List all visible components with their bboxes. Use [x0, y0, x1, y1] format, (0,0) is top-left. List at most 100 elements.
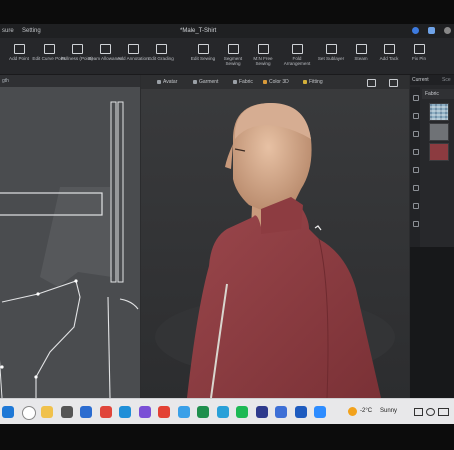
fabric-swatch-maroon[interactable]: [429, 143, 449, 161]
view-option-label: Avatar: [163, 79, 178, 85]
settings-icon[interactable]: [444, 27, 451, 34]
stack-icon[interactable]: [413, 203, 419, 209]
clo3d-icon[interactable]: [294, 406, 307, 418]
copy-icon[interactable]: [413, 131, 419, 137]
avatar-render: [155, 102, 395, 398]
view-option-label: Garment: [199, 79, 219, 85]
tool-fix-pin[interactable]: Fix Pin: [402, 44, 436, 61]
windows-icon[interactable]: [2, 406, 14, 418]
view-fabric-button[interactable]: Fabric: [231, 78, 255, 86]
blue-app-icon[interactable]: [275, 406, 287, 418]
layer-icon[interactable]: [413, 185, 419, 191]
tool-label: Fix Pin: [411, 56, 427, 61]
render-icon[interactable]: [389, 79, 398, 87]
view-option-label: Color 3D: [269, 79, 289, 85]
windows-taskbar: -2°C Sunny: [0, 398, 454, 425]
tool-label: M:N Free Sewing: [253, 56, 273, 66]
fabric-swatch-plaid[interactable]: [429, 103, 449, 121]
fullness-icon: [71, 44, 83, 54]
screen-border: [0, 424, 454, 450]
pattern-piece-body-front[interactable]: [1, 280, 81, 398]
network-icon[interactable]: [414, 408, 423, 416]
panel-label: gth: [2, 78, 9, 84]
window-title: *Male_T-Shirt: [180, 28, 217, 34]
pattern-point[interactable]: [0, 365, 4, 369]
zoom-icon[interactable]: [314, 406, 326, 418]
view-garment-button[interactable]: Garment: [191, 78, 220, 86]
garment-3d-window[interactable]: Avatar Garment Fabric Color 3D Fitting: [141, 75, 409, 398]
weather-temp[interactable]: -2°C: [360, 408, 372, 414]
view-option-icon: [303, 79, 307, 84]
tool-edit-grading[interactable]: Edit Grading: [144, 44, 178, 61]
pattern-piece-strip-right[interactable]: [117, 101, 124, 283]
pattern-point[interactable]: [34, 375, 38, 379]
excel-icon[interactable]: [197, 406, 209, 418]
chrome-icon[interactable]: [158, 406, 170, 418]
pattern-pieces[interactable]: [0, 87, 140, 398]
tool-label: Edit Grading: [148, 56, 174, 61]
menu-setting[interactable]: Setting: [22, 28, 41, 34]
tool-label: Fold Arrangement: [283, 56, 311, 66]
view-mode-icon[interactable]: [367, 79, 376, 87]
cloud-icon[interactable]: [428, 27, 435, 34]
steam-icon: [355, 44, 367, 54]
volume-icon[interactable]: [426, 408, 435, 416]
lock-icon[interactable]: [413, 221, 419, 227]
list-icon[interactable]: [413, 167, 419, 173]
weather-condition[interactable]: Sunny: [380, 408, 397, 414]
tool-free-sewing[interactable]: M:N Free Sewing: [246, 44, 280, 66]
view-option-label: Fitting: [309, 79, 323, 85]
add-icon[interactable]: [413, 95, 419, 101]
menu-measure[interactable]: sure: [2, 28, 14, 34]
pattern-2d-window[interactable]: gth: [0, 75, 140, 398]
copilot-icon[interactable]: [177, 406, 190, 418]
tool-label: Segment Sewing: [223, 56, 243, 66]
pattern-piece-curve[interactable]: [119, 298, 139, 310]
clo-icon[interactable]: [255, 406, 268, 418]
view-color-3d-button[interactable]: Color 3D: [261, 78, 291, 86]
fix-pin-icon: [413, 44, 425, 54]
fabric-section-header[interactable]: Fabric: [422, 89, 454, 99]
store-icon[interactable]: [138, 406, 151, 418]
pattern-shadow: [40, 187, 112, 287]
tab-scene[interactable]: Sce: [442, 77, 451, 83]
garment-logo: [314, 225, 322, 231]
set-sublayer-icon: [325, 44, 337, 54]
property-editor: [410, 247, 454, 398]
delete-icon[interactable]: [413, 149, 419, 155]
tool-segment-sewing[interactable]: Segment Sewing: [216, 44, 250, 66]
mail-icon[interactable]: [80, 406, 92, 418]
battery-icon[interactable]: [438, 408, 449, 416]
edge-icon[interactable]: [119, 406, 131, 418]
opera-icon[interactable]: [99, 406, 112, 418]
seam-allowance-icon: [99, 44, 111, 54]
view-fitting-button[interactable]: Fitting: [301, 78, 325, 86]
tool-set-sublayer[interactable]: Set Sublayer: [314, 44, 348, 61]
edit-grading-icon: [155, 44, 167, 54]
tool-add-point[interactable]: Add Point: [2, 44, 36, 61]
pattern-point[interactable]: [74, 279, 78, 283]
fabric-swatch-grey[interactable]: [429, 123, 449, 141]
tool-edit-sewing[interactable]: Edit Sewing: [186, 44, 220, 61]
account-icon[interactable]: [412, 27, 419, 34]
pattern-piece-edge[interactable]: [107, 296, 111, 398]
tool-label: Add Point: [9, 56, 29, 61]
files-icon[interactable]: [41, 406, 53, 418]
tool-label: Steam: [354, 56, 368, 61]
photoshop-icon[interactable]: [216, 406, 229, 418]
tool-add-tack[interactable]: Add Tack: [372, 44, 406, 61]
free-sewing-icon: [257, 44, 269, 54]
search-icon[interactable]: [21, 406, 36, 420]
pattern-point[interactable]: [36, 292, 40, 296]
move-icon[interactable]: [413, 113, 419, 119]
view-avatar-button[interactable]: Avatar: [155, 78, 179, 86]
view-option-icon: [157, 79, 161, 84]
add-tack-icon: [383, 44, 395, 54]
edit-sewing-icon: [197, 44, 209, 54]
tab-current[interactable]: Current: [412, 77, 429, 83]
spotify-icon[interactable]: [236, 406, 248, 418]
pattern-piece-strip-left[interactable]: [110, 101, 117, 283]
pattern-window-header: gth: [0, 75, 140, 87]
task-view-icon[interactable]: [60, 406, 73, 418]
tool-fold-arrangement[interactable]: Fold Arrangement: [280, 44, 314, 66]
